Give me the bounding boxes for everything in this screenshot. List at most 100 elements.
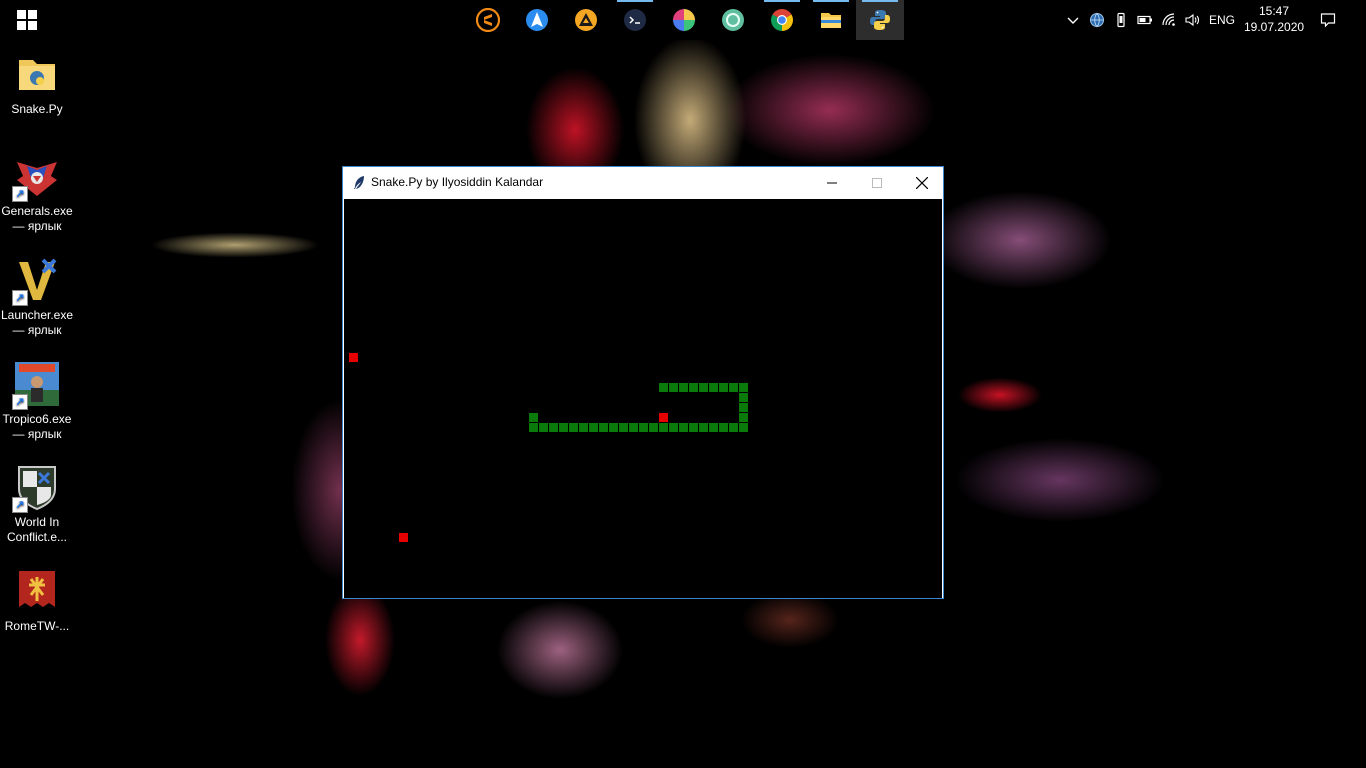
snake-head	[659, 383, 668, 392]
desktop-icon-generals[interactable]: Generals.exe — ярлык	[0, 152, 74, 234]
snake-segment	[589, 423, 598, 432]
snake-segment	[739, 423, 748, 432]
taskbar: ENG 15:47 19.07.2020	[0, 0, 1366, 40]
window-titlebar[interactable]: Snake.Py by Ilyosiddin Kalandar	[343, 167, 943, 198]
desktop-icon-label: — ярлык	[12, 427, 62, 441]
snake-segment	[719, 423, 728, 432]
snake-segment	[689, 383, 698, 392]
snake-segment	[579, 423, 588, 432]
desktop-icon-label: Generals.exe	[1, 204, 73, 218]
navigation-arrow-icon	[526, 9, 548, 31]
snake-segment	[549, 423, 558, 432]
sublime-text-icon	[476, 8, 500, 32]
folder-icon	[821, 13, 841, 28]
food-pellet	[659, 413, 668, 422]
desktop-icon-snake-py[interactable]: Snake.Py	[0, 50, 74, 117]
desktop-icon-rome-tw[interactable]: RomeTW-...	[0, 567, 74, 634]
snake-segment	[599, 423, 608, 432]
maximize-button[interactable]	[854, 167, 900, 198]
window-title: Snake.Py by Ilyosiddin Kalandar	[371, 175, 544, 189]
start-button[interactable]	[0, 0, 54, 40]
snake-segment	[679, 383, 688, 392]
taskbar-app-chrome[interactable]	[758, 0, 806, 40]
desktop-icon-label: Launcher.exe	[0, 308, 74, 322]
game-canvas[interactable]	[344, 199, 942, 598]
windows-logo-icon	[17, 10, 37, 30]
snake-segment	[559, 423, 568, 432]
snake-segment	[529, 413, 538, 422]
taskbar-app-navigation[interactable]	[513, 0, 561, 40]
snake-segment	[569, 423, 578, 432]
shortcut-arrow-icon	[12, 497, 28, 513]
snake-segment	[729, 423, 738, 432]
aimp-icon	[575, 9, 597, 31]
close-button[interactable]	[899, 167, 945, 198]
snake-segment	[709, 383, 718, 392]
desktop-icon-label: Conflict.e...	[6, 530, 68, 544]
desktop-icon-world-in-conflict[interactable]: World In Conflict.e...	[0, 463, 74, 545]
snake-segment	[649, 423, 658, 432]
maximize-icon	[872, 177, 882, 188]
taskbar-app-aimp[interactable]	[562, 0, 610, 40]
media-app-icon	[722, 9, 744, 31]
snake-segment	[739, 403, 748, 412]
taskbar-app-python[interactable]	[856, 0, 904, 40]
tropico-icon	[12, 360, 61, 410]
food-pellet	[399, 533, 408, 542]
tray-volume[interactable]	[1181, 0, 1203, 40]
tray-language[interactable]: ENG	[1205, 0, 1239, 40]
python-icon	[870, 10, 890, 30]
tray-vpn-globe[interactable]	[1086, 0, 1108, 40]
rome-tw-icon	[13, 567, 61, 615]
desktop-icon-label: — ярлык	[12, 323, 62, 337]
color-wheel-icon	[673, 9, 695, 31]
snake-segment	[669, 423, 678, 432]
taskbar-app-sublime-text[interactable]	[464, 0, 512, 40]
battery-icon	[1137, 15, 1152, 25]
desktop-icon-label: Tropico6.exe	[2, 412, 72, 426]
chrome-icon	[771, 9, 793, 31]
desktop-icon-launcher[interactable]: Launcher.exe — ярлык	[0, 256, 74, 338]
food-pellet	[349, 353, 358, 362]
snake-segment	[729, 383, 738, 392]
snake-segment	[739, 393, 748, 402]
speaker-icon	[1185, 13, 1200, 27]
tray-battery[interactable]	[1134, 0, 1156, 40]
snake-segment	[669, 383, 678, 392]
taskbar-app-terminal[interactable]	[611, 0, 659, 40]
tray-device[interactable]	[1110, 0, 1132, 40]
world-in-conflict-icon	[12, 463, 61, 513]
show-hidden-icons-button[interactable]	[1062, 0, 1084, 40]
minimize-button[interactable]	[809, 167, 855, 198]
action-center-button[interactable]	[1314, 0, 1342, 40]
snake-segment	[719, 383, 728, 392]
close-icon	[916, 176, 928, 189]
desktop-icon-label: Snake.Py	[11, 102, 63, 116]
wifi-icon	[1162, 13, 1175, 26]
taskbar-app-media[interactable]	[709, 0, 757, 40]
tray-wifi[interactable]	[1158, 0, 1180, 40]
generals-icon	[12, 152, 61, 202]
shortcut-arrow-icon	[12, 186, 28, 202]
snake-segment	[699, 423, 708, 432]
snake-segment	[679, 423, 688, 432]
terminal-icon	[624, 9, 646, 31]
taskbar-app-color-picker[interactable]	[660, 0, 708, 40]
desktop: Snake.Py Generals.exe — ярлык Launcher.e…	[0, 0, 1366, 768]
tk-feather-icon	[352, 175, 366, 190]
snake-segment	[629, 423, 638, 432]
launcher-icon	[12, 256, 61, 306]
taskbar-app-file-explorer[interactable]	[807, 0, 855, 40]
desktop-icon-label: World In	[14, 515, 60, 529]
desktop-icon-tropico6[interactable]: Tropico6.exe — ярлык	[0, 360, 74, 442]
tray-clock[interactable]: 15:47 19.07.2020	[1244, 3, 1304, 37]
snake-segment	[739, 413, 748, 422]
snake-segment	[689, 423, 698, 432]
minimize-icon	[827, 182, 837, 183]
snake-segment	[529, 423, 538, 432]
snake-segment	[709, 423, 718, 432]
globe-icon	[1090, 13, 1104, 27]
snake-game-window[interactable]: Snake.Py by Ilyosiddin Kalandar	[342, 166, 944, 599]
snake-segment	[659, 423, 668, 432]
chevron-up-icon	[1067, 17, 1079, 24]
